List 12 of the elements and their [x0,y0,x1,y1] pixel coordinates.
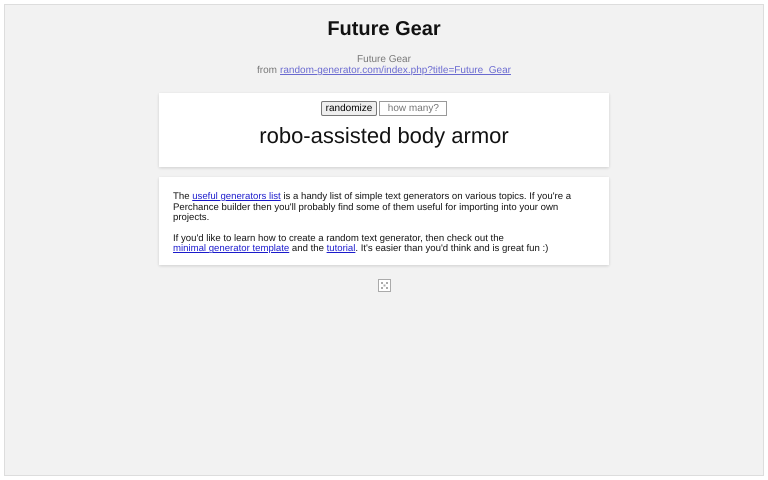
generated-result: robo-assisted body armor [259,123,509,149]
source-link[interactable]: random-generator.com/index.php?title=Future_Gear [280,65,511,76]
text-link[interactable]: minimal generator template [173,243,290,254]
source-name: Future Gear [357,54,411,65]
info-paragraph: If you'd like to learn how to create a random text generator, then check out the minimal generator template and the tutorial. It's easier than you'd think and is great fun :) [173,234,550,255]
text-link[interactable]: useful generators list [192,191,281,202]
source-prefix: from [257,65,278,76]
text-link[interactable]: tutorial [326,243,356,254]
page-title: Future Gear [327,18,441,41]
count-field[interactable]: how many? [379,101,448,116]
randomize-button[interactable]: randomize [320,101,378,116]
info-paragraph: The useful generators list is a handy list of simple text generators on various topics. If you're a Perchance builder then you'll probably find some of them useful for importing into your own projects. [173,192,572,224]
